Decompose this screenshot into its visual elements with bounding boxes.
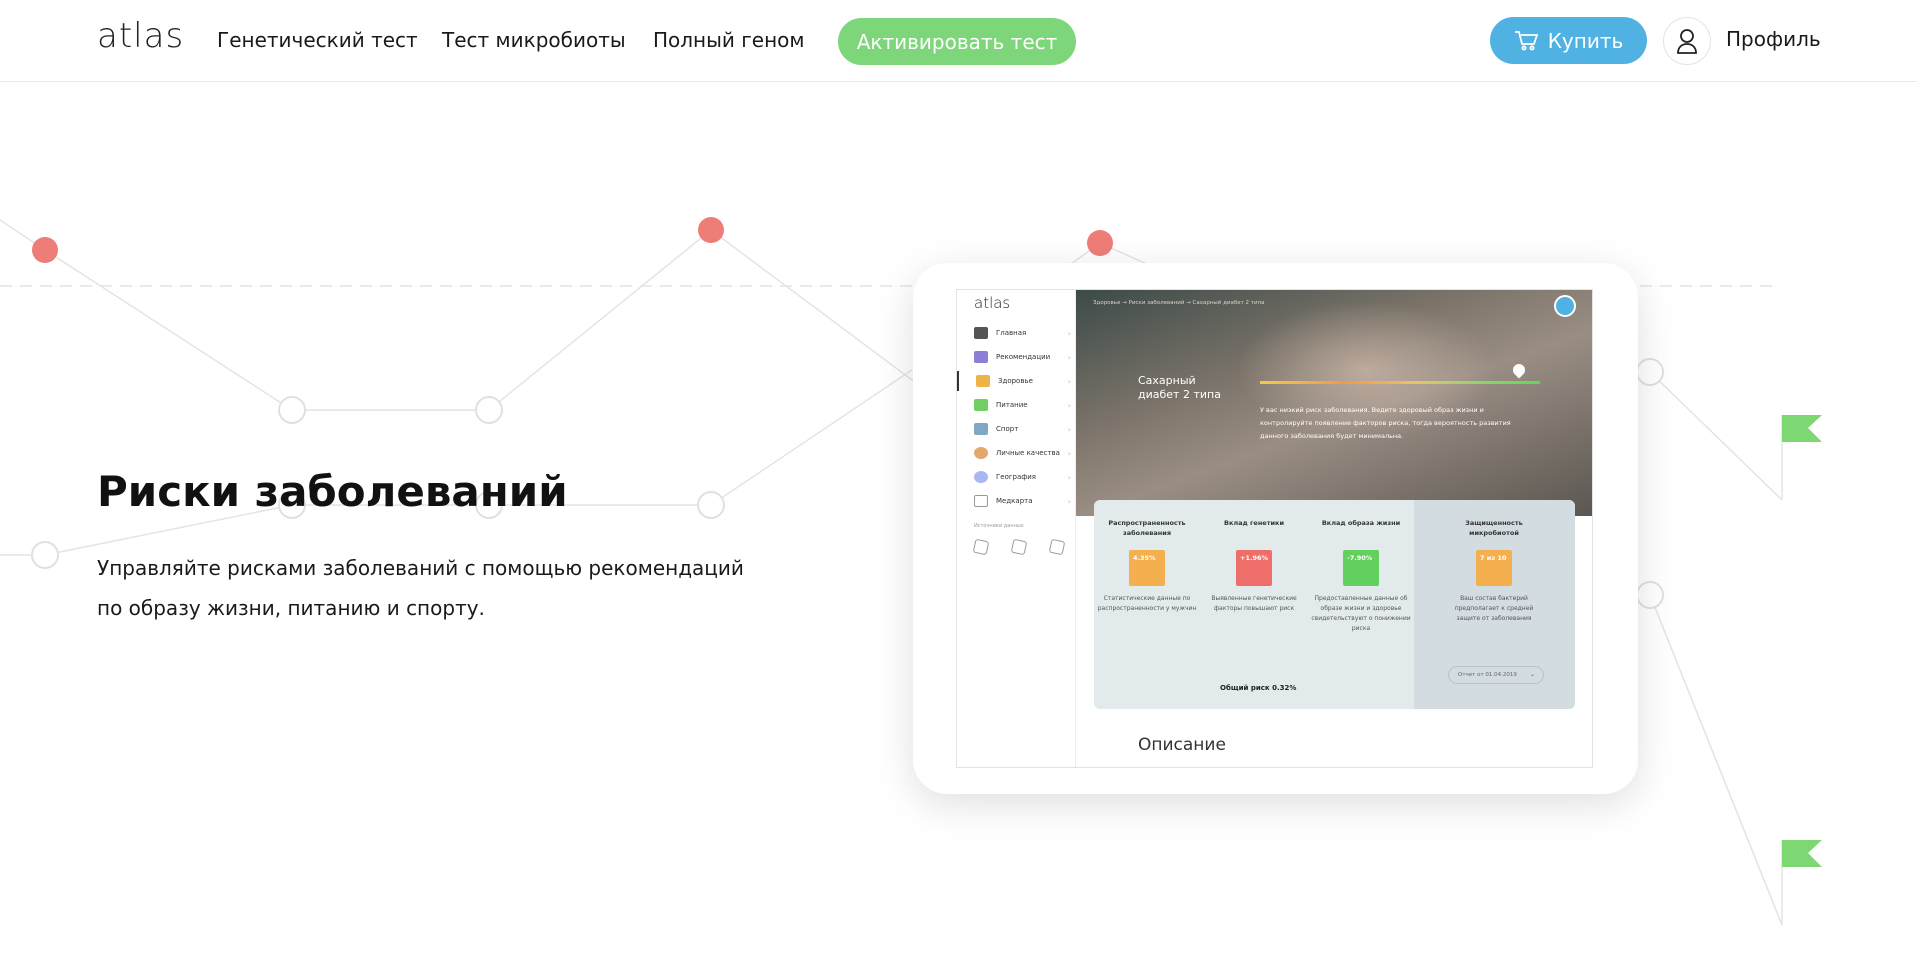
app-logo: atlas <box>974 294 1011 312</box>
tablet-screen: atlas Главная › Рекомендации › Здоровье › П… <box>956 289 1593 768</box>
breadcrumb: Здоровье → Риски заболеваний → Сахарный … <box>1093 300 1265 306</box>
sidebar-item-medcard: Медкарта › <box>957 491 1076 511</box>
tablet-mockup: atlas Главная › Рекомендации › Здоровье › П… <box>913 263 1638 794</box>
genome-source-icon <box>1048 538 1066 556</box>
sidebar-item-health: Здоровье › <box>957 371 1076 391</box>
profile-avatar[interactable] <box>1663 17 1711 65</box>
sidebar-item-recommendations: Рекомендации › <box>957 347 1076 367</box>
chevron-down-icon: ⌄ <box>1529 671 1535 678</box>
risk-summary: У вас низкий риск заболевания. Ведите зд… <box>1260 406 1511 440</box>
risk-pin-icon <box>1510 361 1528 379</box>
activate-test-label: Активировать тест <box>856 29 1058 54</box>
face-icon <box>974 447 988 459</box>
microbiome-source-icon <box>1010 538 1028 556</box>
lifestyle-column: Вклад образа жизни -7.90% Предоставленны… <box>1311 519 1411 632</box>
page-description: Управляйте рисками заболеваний с помощью… <box>97 556 744 620</box>
genetics-column: Вклад генетики +1.96% Выявленные генетич… <box>1211 519 1297 612</box>
sport-icon <box>974 423 988 435</box>
top-header: atlas Генетический тест Тест микробиоты … <box>0 0 1917 82</box>
notification-icon <box>1554 295 1576 317</box>
home-icon <box>974 327 988 339</box>
logo[interactable]: atlas <box>97 16 184 56</box>
location-icon <box>974 471 988 483</box>
user-icon <box>1677 29 1697 54</box>
sidebar-item-nutrition: Питание › <box>957 395 1076 415</box>
cart-icon <box>1514 30 1538 50</box>
sidebar-item-home: Главная › <box>957 323 1076 343</box>
page-title: Риски заболеваний <box>97 467 568 516</box>
buy-button[interactable]: Купить <box>1490 17 1647 64</box>
sidebar-item-personality: Личные качества › <box>957 443 1076 463</box>
dna-source-icon <box>972 538 990 556</box>
medkit-icon <box>976 375 990 387</box>
nav-full-genome[interactable]: Полный геном <box>653 28 805 52</box>
profile-link[interactable]: Профиль <box>1726 27 1821 51</box>
nav-genetic-test[interactable]: Генетический тест <box>217 28 418 52</box>
nav-microbiota-test[interactable]: Тест микробиоты <box>442 28 626 52</box>
microbiota-column: Защищенность микробиотой 7 из 10 Ваш сос… <box>1454 519 1534 622</box>
disease-hero-image: Здоровье → Риски заболеваний → Сахарный … <box>1076 290 1592 516</box>
report-date-select: Отчет от 01.04.2019 ⌄ <box>1448 666 1544 684</box>
total-risk: Общий риск 0.32% <box>1220 684 1297 692</box>
prevalence-column: Распространенность заболевания 4.35% Ста… <box>1097 519 1197 612</box>
risk-breakdown-panel: Распространенность заболевания 4.35% Ста… <box>1094 500 1575 709</box>
description-heading: Описание <box>1138 735 1226 755</box>
data-sources-label: Источники данных <box>974 523 1024 529</box>
sidebar-item-geography: География › <box>957 467 1076 487</box>
food-icon <box>974 399 988 411</box>
star-icon <box>974 351 988 363</box>
activate-test-button[interactable]: Активировать тест <box>838 18 1076 65</box>
clipboard-icon <box>974 495 988 507</box>
buy-label: Купить <box>1547 28 1624 53</box>
app-sidebar: atlas Главная › Рекомендации › Здоровье › П… <box>957 290 1076 767</box>
sidebar-item-sport: Спорт › <box>957 419 1076 439</box>
disease-title: Сахарный диабет 2 типа <box>1138 374 1221 401</box>
risk-scale <box>1260 381 1540 384</box>
